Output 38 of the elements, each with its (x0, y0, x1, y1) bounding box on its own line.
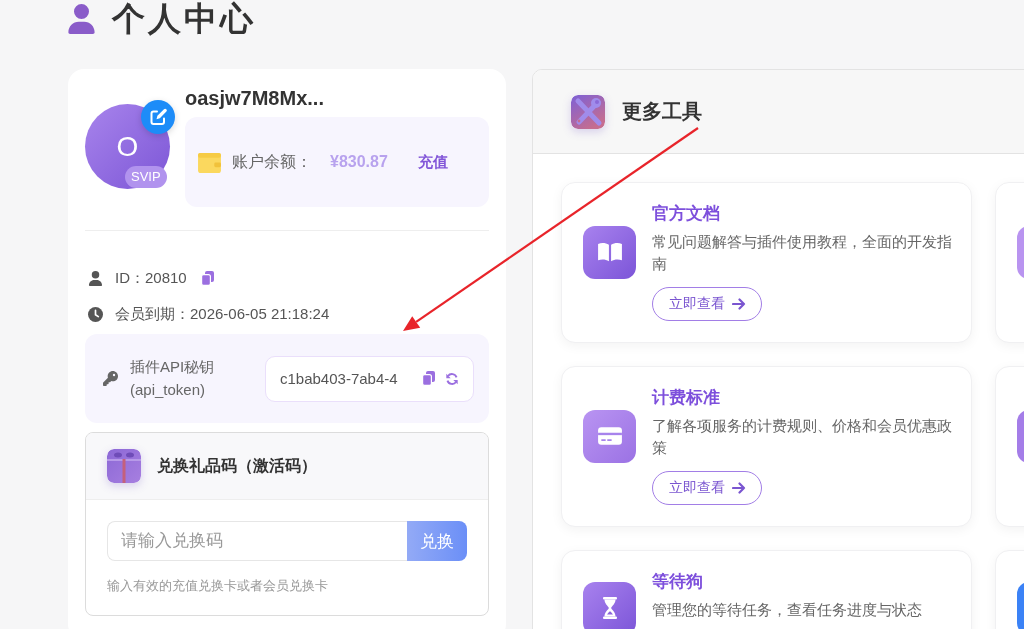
balance-amount: ¥830.87 (330, 153, 388, 171)
user-icon (68, 4, 95, 34)
arrow-right-icon (732, 297, 746, 311)
membership-badge: SVIP (125, 166, 167, 188)
username: oasjw7M8Mx... (185, 86, 325, 110)
api-key-label: 插件API秘钥 (130, 357, 215, 377)
user-icon (88, 270, 103, 286)
edit-icon[interactable] (141, 100, 175, 134)
wallet-icon (198, 151, 221, 173)
tools-icon (571, 94, 605, 129)
detail-text: 会员到期：2026-06-05 21:18:24 (115, 304, 330, 324)
tool-description: 管理您的等待任务，查看任务进度与状态 (652, 600, 923, 620)
api-key-sublabel: (api_token) (130, 380, 207, 400)
tool-title: 计费标准 (652, 387, 721, 409)
credit-card-icon (583, 409, 636, 463)
balance-label: 账户余额： (232, 151, 312, 172)
clock-icon (88, 306, 103, 322)
redeem-hint: 输入有效的充值兑换卡或者会员兑换卡 (107, 577, 329, 595)
tool-description: 常见问题解答与插件使用教程，全面的开发指南 (652, 232, 953, 274)
arrow-right-icon (732, 481, 746, 495)
page-title: 个人中心 (112, 0, 256, 38)
recharge-link[interactable]: 充值 (417, 152, 448, 172)
detail-text: ID：20810 (115, 268, 187, 288)
tools-title: 更多工具 (622, 99, 702, 124)
redeem-code-input[interactable]: 请输入兑换码 (107, 521, 407, 561)
tool-title: 官方文档 (652, 203, 721, 225)
tool-description: 了解各项服务的计费规则、价格和会员优惠政策 (652, 416, 953, 458)
view-button[interactable]: 立即查看 (652, 471, 762, 505)
tool-title: 等待狗 (652, 571, 704, 593)
copy-icon[interactable] (200, 270, 214, 286)
refresh-icon[interactable] (445, 371, 459, 386)
redeem-title: 兑换礼品码（激活码） (157, 455, 317, 476)
token-field[interactable]: c1bab403-7ab4-4 (265, 355, 474, 402)
book-icon (583, 225, 636, 279)
gift-icon (107, 449, 141, 483)
key-icon (103, 371, 118, 386)
copy-icon[interactable] (422, 371, 435, 386)
view-button[interactable]: 立即查看 (652, 287, 762, 321)
